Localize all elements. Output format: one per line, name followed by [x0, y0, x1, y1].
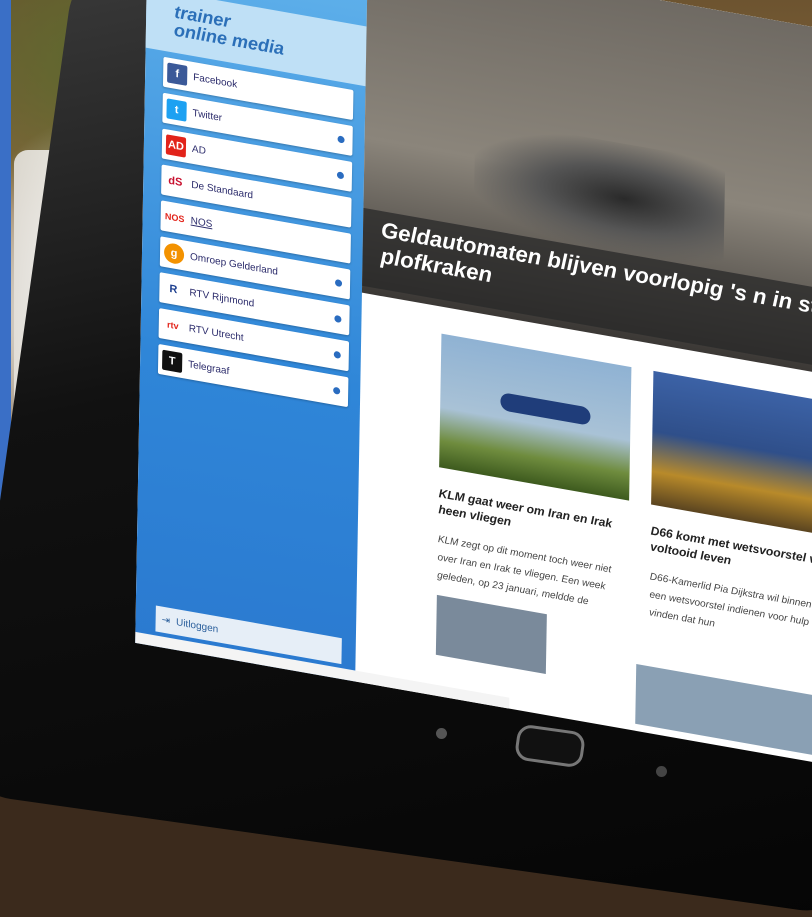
- sidebar-item-label: De Standaard: [191, 179, 254, 201]
- tablet-screen: trainer online media f Facebook t Twitte…: [135, 0, 812, 777]
- destandaard-logo-icon: dS: [168, 174, 183, 190]
- logout-icon: ⇥: [161, 614, 171, 627]
- menu-dot-icon: [333, 350, 341, 359]
- sidebar-item-label: RTV Utrecht: [188, 322, 244, 344]
- article-thumbnail[interactable]: [435, 594, 547, 675]
- nos-logo-icon: NOS: [164, 211, 185, 225]
- menu-dot-icon: [334, 278, 343, 288]
- sidebar-item-label: Facebook: [193, 71, 238, 91]
- menu-dot-icon: [333, 386, 341, 395]
- sidebar-item-label: AD: [191, 143, 206, 157]
- menu-dot-icon: [337, 135, 345, 144]
- sidebar-item-label: Omroep Gelderland: [189, 250, 278, 278]
- facebook-icon: f: [167, 62, 188, 86]
- rtv-utrecht-logo-icon: rtv: [166, 319, 179, 332]
- twitter-icon: t: [166, 98, 187, 122]
- sensor-dot: [436, 728, 447, 739]
- article-text-d66: D66-Kamerlid Pia Dijkstra wil binnen een…: [649, 571, 812, 641]
- sidebar-item-label: NOS: [190, 215, 213, 230]
- omroep-gelderland-logo-icon: g: [163, 241, 185, 266]
- sensor-dot: [656, 766, 667, 777]
- article-image-d66[interactable]: [651, 370, 812, 549]
- sidebar-item-label: Telegraaf: [188, 358, 230, 377]
- rtv-rijnmond-logo-icon: R: [169, 282, 178, 297]
- sidebar-item-label: RTV Rijnmond: [189, 286, 255, 310]
- menu-dot-icon: [336, 171, 344, 180]
- menu-dot-icon: [334, 314, 342, 324]
- telegraaf-logo-icon: T: [162, 349, 183, 374]
- logout-label: Uitloggen: [175, 616, 219, 635]
- sidebar-item-label: Twitter: [192, 107, 223, 124]
- ad-logo-icon: AD: [165, 134, 187, 158]
- article-image-klm[interactable]: [439, 333, 632, 501]
